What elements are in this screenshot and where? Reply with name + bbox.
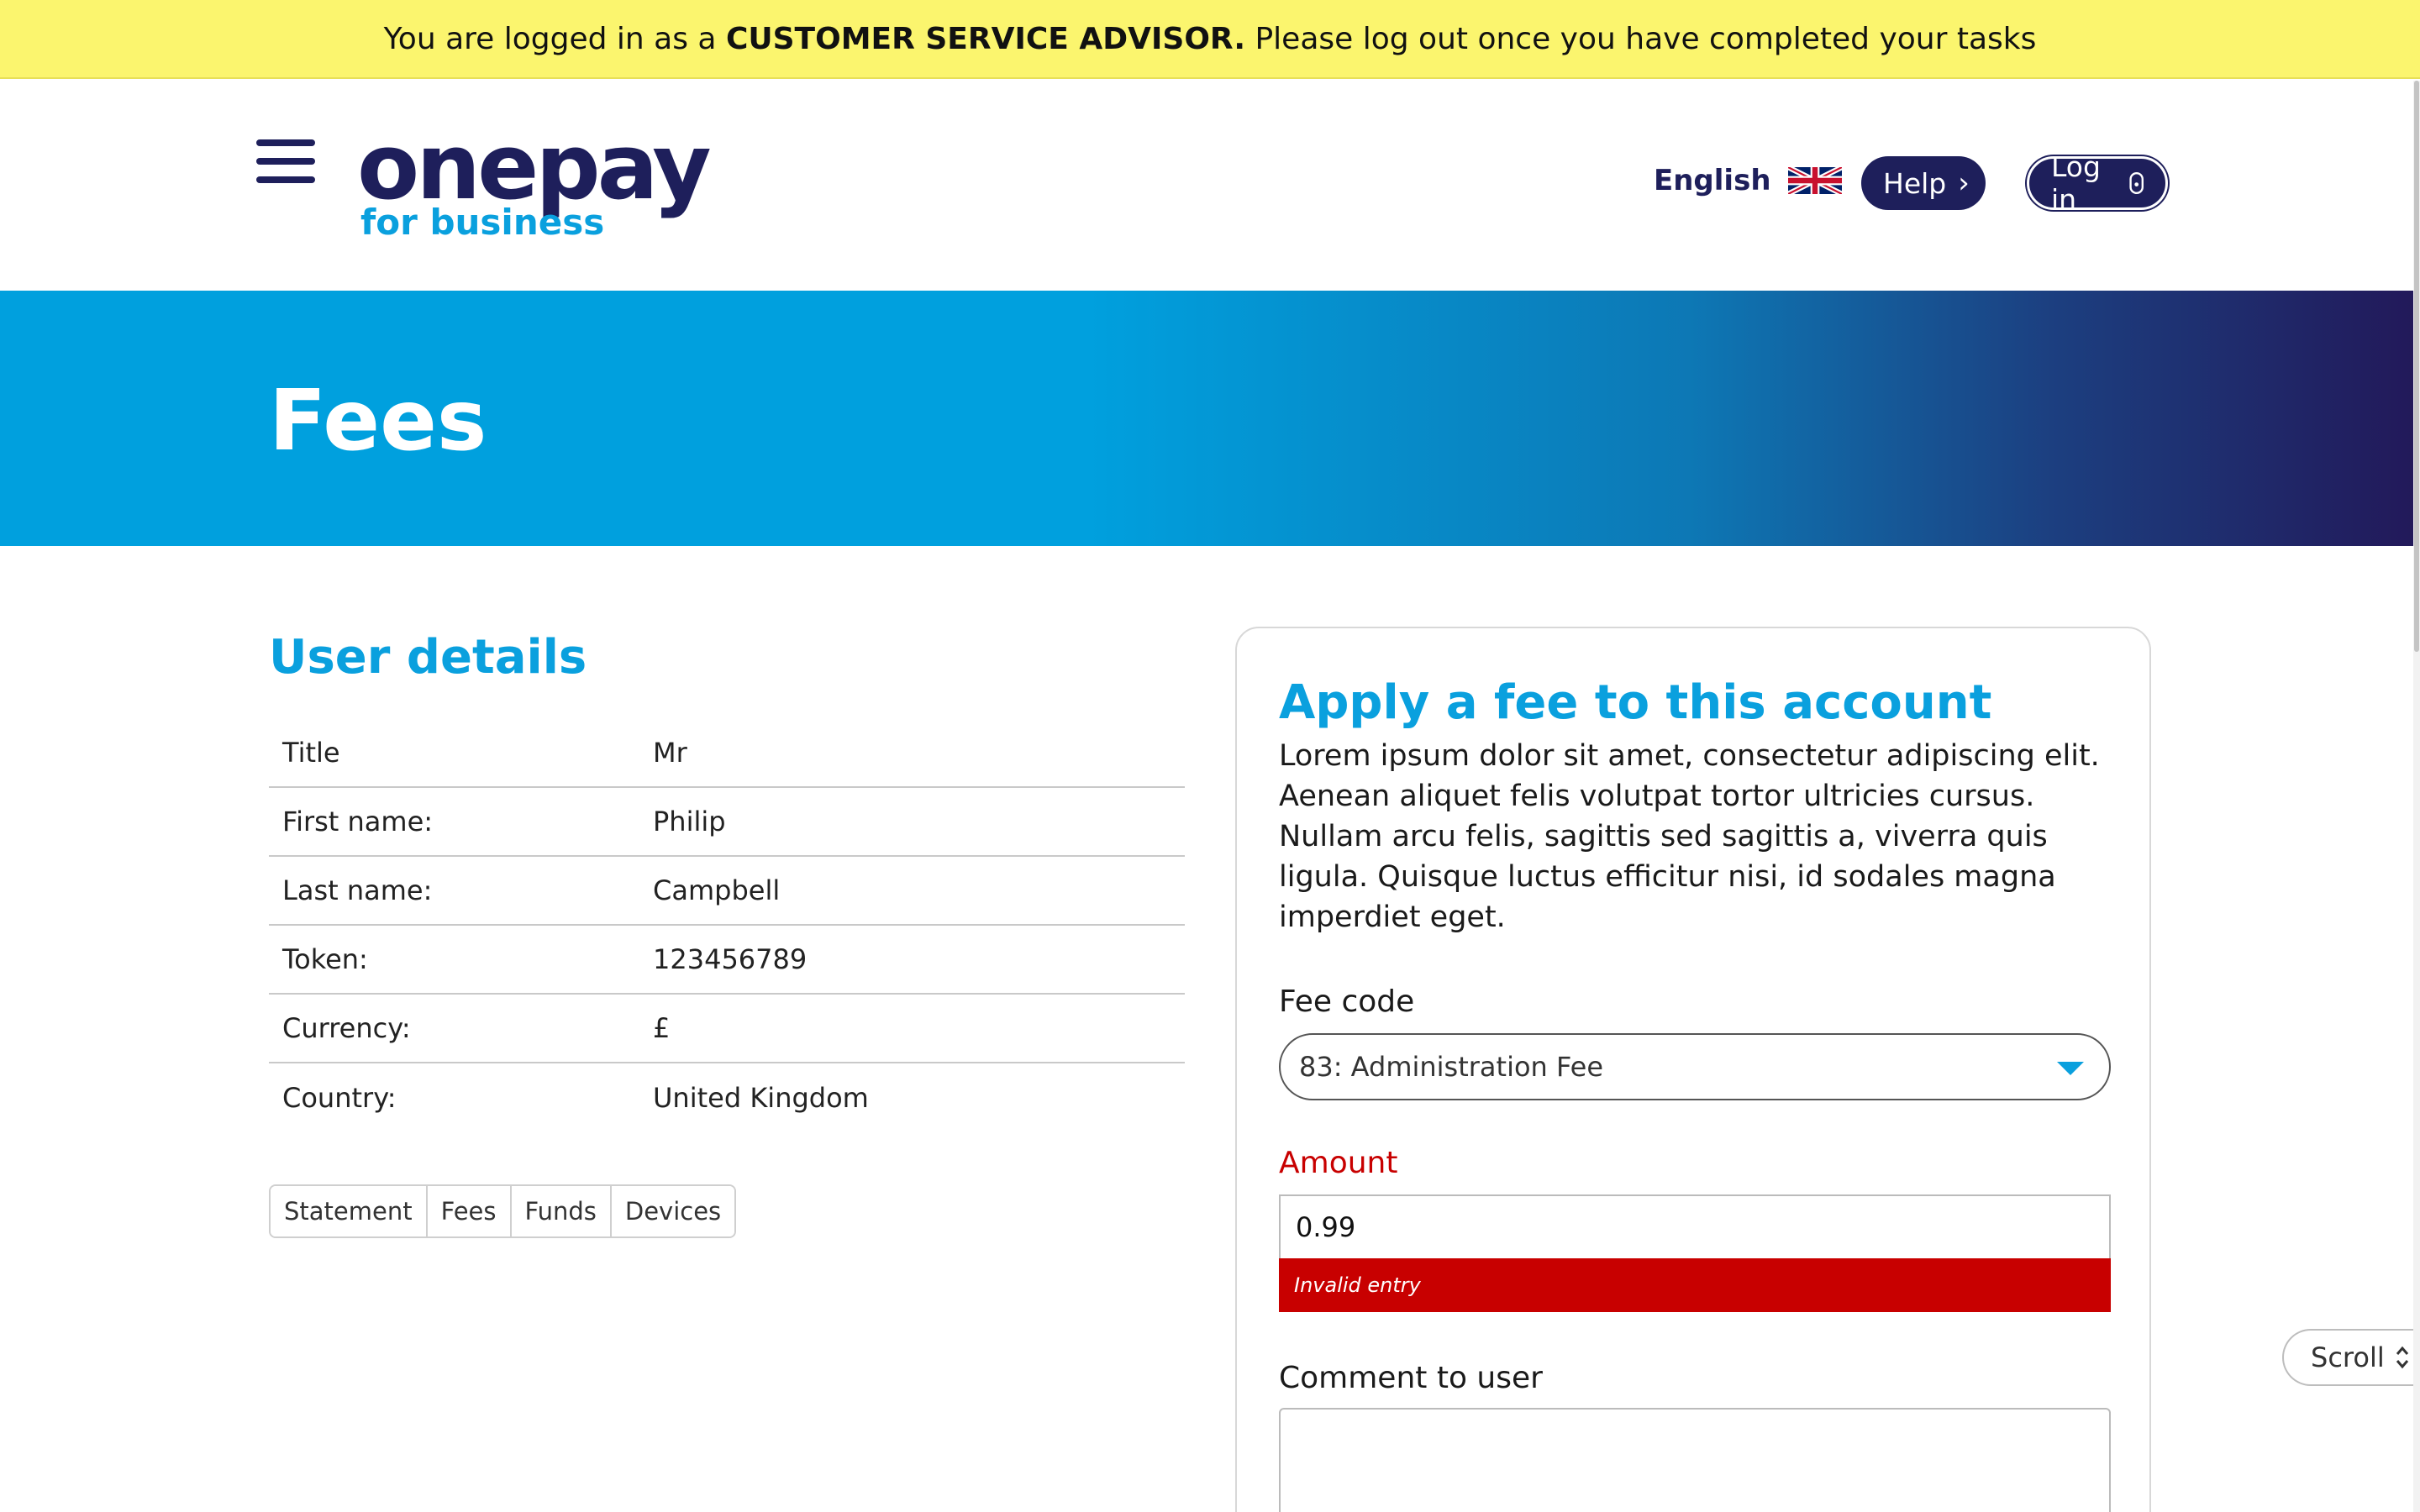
user-details-title: User details: [269, 630, 587, 685]
site-header: onepay for business English Help › Log i…: [0, 81, 2413, 291]
amount-value: 0.99: [1296, 1211, 1356, 1243]
comment-label: Comment to user: [1279, 1361, 1543, 1395]
banner-suffix: Please log out once you have completed y…: [1255, 21, 2037, 56]
banner-prefix: You are logged in as a: [383, 21, 717, 56]
apply-fee-intro: Lorem ipsum dolor sit amet, consectetur …: [1279, 739, 2100, 934]
login-label: Log in: [2051, 150, 2101, 216]
tab-statement[interactable]: Statement: [271, 1186, 428, 1236]
apply-fee-title: Apply a fee to this account: [1279, 675, 1992, 730]
table-row: Country: United Kingdom: [269, 1063, 1185, 1132]
login-button[interactable]: Log in: [2027, 150, 2168, 216]
banner-role: CUSTOMER SERVICE ADVISOR.: [725, 21, 1245, 56]
logo-main-text: onepay: [357, 115, 712, 220]
chevron-right-icon: ›: [1958, 166, 1970, 200]
table-row: Last name: Campbell: [269, 857, 1185, 926]
account-tabs: Statement Fees Funds Devices: [269, 1184, 737, 1238]
user-details-table: Title Mr First name: Philip Last name: C…: [269, 719, 1185, 1132]
language-selector[interactable]: English: [1654, 161, 1842, 200]
uk-flag-icon: [1787, 167, 1842, 194]
onepay-logo[interactable]: onepay for business: [357, 123, 712, 244]
detail-value: £: [653, 1012, 671, 1044]
detail-value: Mr: [653, 737, 687, 769]
tab-devices[interactable]: Devices: [611, 1186, 735, 1236]
amount-error-message: Invalid entry: [1279, 1258, 2111, 1312]
detail-key: First name:: [282, 806, 434, 837]
detail-key: Currency:: [282, 1012, 411, 1044]
table-row: First name: Philip: [269, 788, 1185, 857]
comment-textarea[interactable]: [1279, 1408, 2111, 1512]
detail-value: Philip: [653, 806, 726, 837]
role-banner: You are logged in as a CUSTOMER SERVICE …: [0, 0, 2420, 79]
amount-label: Amount: [1279, 1146, 1398, 1180]
detail-value: 123456789: [653, 943, 808, 975]
detail-key: Country:: [282, 1082, 397, 1114]
logo-sub-text: for business: [360, 202, 605, 243]
detail-key: Title: [282, 737, 340, 769]
page-scrollbar[interactable]: [2413, 81, 2420, 1512]
page-title: Fees: [269, 371, 487, 470]
fee-code-value: 83: Administration Fee: [1299, 1051, 1604, 1083]
fee-code-label: Fee code: [1279, 984, 1415, 1019]
page-hero: Fees: [0, 291, 2413, 546]
help-label: Help: [1883, 166, 1947, 200]
help-button[interactable]: Help ›: [1861, 156, 1986, 210]
fee-code-select[interactable]: 83: Administration Fee: [1279, 1033, 2111, 1100]
hamburger-menu-icon[interactable]: [256, 139, 315, 183]
table-row: Currency: £: [269, 995, 1185, 1063]
up-down-arrows-icon: [2396, 1346, 2408, 1369]
detail-key: Last name:: [282, 874, 433, 906]
scroll-button[interactable]: Scroll: [2282, 1329, 2420, 1386]
lock-icon: [2129, 171, 2144, 195]
apply-fee-card: Apply a fee to this account Lorem ipsum …: [1235, 627, 2151, 1512]
detail-value: United Kingdom: [653, 1082, 869, 1114]
tab-fees[interactable]: Fees: [427, 1186, 512, 1236]
scrollbar-thumb[interactable]: [2414, 81, 2419, 652]
tab-funds[interactable]: Funds: [511, 1186, 612, 1236]
detail-key: Token:: [282, 943, 368, 975]
language-label: English: [1654, 164, 1771, 197]
table-row: Title Mr: [269, 719, 1185, 788]
amount-input[interactable]: 0.99: [1279, 1194, 2111, 1258]
detail-value: Campbell: [653, 874, 781, 906]
table-row: Token: 123456789: [269, 926, 1185, 995]
chevron-down-icon: [2057, 1062, 2084, 1075]
scroll-label: Scroll: [2311, 1341, 2385, 1373]
